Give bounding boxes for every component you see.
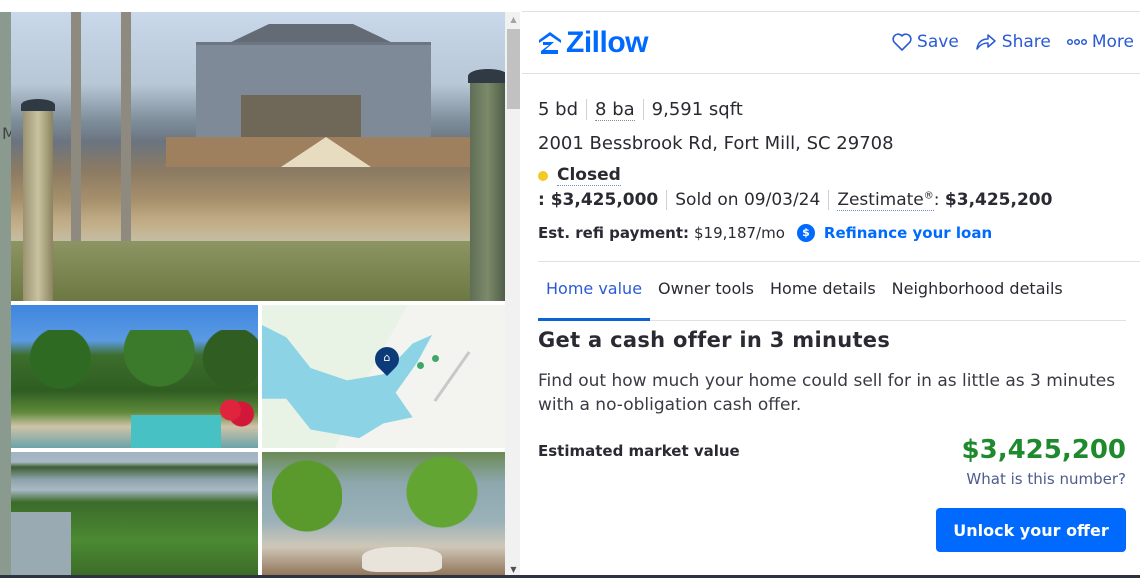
- share-button[interactable]: Share: [975, 32, 1051, 52]
- unlock-offer-button[interactable]: Unlock your offer: [936, 508, 1126, 552]
- photo-detail-tree: [402, 452, 482, 552]
- header-actions: Save Share More: [892, 32, 1134, 52]
- cash-offer-description: Find out how much your home could sell f…: [538, 371, 1116, 415]
- tab-home-value[interactable]: Home value: [538, 262, 651, 321]
- what-is-this-number-link[interactable]: What is this number?: [966, 470, 1126, 488]
- status-dot-icon: [538, 170, 548, 181]
- refi-label: Est. refi payment:: [538, 224, 690, 242]
- detail-tabs: Home value Owner tools Home details Neig…: [538, 262, 1126, 321]
- zestimate-label-link[interactable]: Zestimate®: [837, 190, 934, 211]
- heart-icon: [892, 33, 912, 51]
- save-button[interactable]: Save: [892, 32, 959, 52]
- zillow-wordmark: Zillow: [566, 26, 649, 59]
- tab-neighborhood-details[interactable]: Neighborhood details: [884, 262, 1071, 321]
- panel-header: Zillow Save Share More: [522, 12, 1140, 74]
- zestimate-label: Zestimate: [837, 190, 924, 210]
- more-dots-icon: [1066, 38, 1087, 46]
- estimated-market-value: $3,425,200: [961, 435, 1126, 465]
- share-label: Share: [1001, 32, 1051, 52]
- photo-detail-water: [11, 512, 71, 578]
- sold-date: Sold on 09/03/24: [666, 190, 828, 210]
- zestimate-value: $3,425,200: [944, 190, 1053, 210]
- photo-gallery: M ⌂ ▲ ▼: [0, 0, 520, 578]
- estimated-market-value-label: Estimated market value: [538, 442, 740, 460]
- photo-aerial[interactable]: [11, 452, 258, 578]
- price-row: : $3,425,000 Sold on 09/03/24 Zestimate®…: [538, 190, 1060, 211]
- photo-detail-pool: [131, 415, 221, 448]
- property-address: 2001 Bessbrook Rd, Fort Mill, SC 29708: [538, 133, 894, 154]
- photo-detail-dock-post: [468, 69, 505, 301]
- photo-pool[interactable]: [11, 305, 258, 448]
- zestimate-separator: :: [933, 190, 945, 210]
- save-label: Save: [917, 32, 959, 52]
- listing-details-panel: Zillow Save Share More 5 bd 8 ba 9,591 s…: [522, 11, 1140, 578]
- map-poi-marker: [432, 355, 439, 362]
- registered-mark: ®: [923, 190, 934, 202]
- map-poi-marker: [417, 362, 424, 369]
- beds-count: 5 bd: [538, 99, 586, 120]
- photo-yard[interactable]: [262, 452, 505, 578]
- photo-detail-tree: [272, 452, 342, 562]
- baths-count[interactable]: 8 ba: [586, 99, 643, 121]
- sqft-text: 9,591 sqft: [651, 99, 743, 120]
- dollar-icon: $: [796, 224, 815, 242]
- status-badge[interactable]: Closed: [557, 165, 621, 186]
- more-label: More: [1091, 32, 1134, 52]
- sqft-value: 9,591 sqft: [642, 99, 751, 120]
- refi-value: $19,187/mo: [694, 224, 785, 242]
- baths-text: 8 ba: [595, 99, 635, 121]
- sold-price: : $3,425,000: [538, 190, 659, 210]
- cash-offer-title: Get a cash offer in 3 minutes: [538, 328, 891, 352]
- background-page-edge: M: [0, 12, 16, 578]
- photo-detail-water: [11, 241, 505, 301]
- zillow-logo-icon: [539, 32, 561, 54]
- map-road: [433, 351, 471, 402]
- listing-status: Closed: [538, 165, 621, 186]
- more-button[interactable]: More: [1066, 32, 1134, 52]
- photo-detail-dock-post: [21, 99, 55, 301]
- scroll-up-arrow-icon[interactable]: ▲: [505, 12, 520, 28]
- zestimate: Zestimate®: $3,425,200: [828, 190, 1060, 211]
- house-icon: ⌂: [383, 351, 391, 364]
- refi-payment-row: Est. refi payment: $19,187/mo $ Refinanc…: [538, 224, 992, 242]
- refinance-loan-link[interactable]: Refinance your loan: [824, 224, 992, 242]
- tab-home-details[interactable]: Home details: [762, 262, 884, 321]
- tab-owner-tools[interactable]: Owner tools: [650, 262, 762, 321]
- gallery-scrollbar[interactable]: ▲ ▼: [505, 12, 520, 578]
- photo-detail-house: [196, 42, 431, 140]
- photo-detail-patio: [362, 547, 442, 572]
- share-arrow-icon: [976, 34, 996, 50]
- photo-main-house[interactable]: [11, 12, 505, 301]
- zillow-logo[interactable]: Zillow: [538, 26, 649, 59]
- home-facts: 5 bd 8 ba 9,591 sqft: [538, 99, 751, 121]
- location-map[interactable]: ⌂: [262, 305, 505, 448]
- beds-text: 5 bd: [538, 99, 579, 120]
- scrollbar-thumb[interactable]: [507, 29, 520, 109]
